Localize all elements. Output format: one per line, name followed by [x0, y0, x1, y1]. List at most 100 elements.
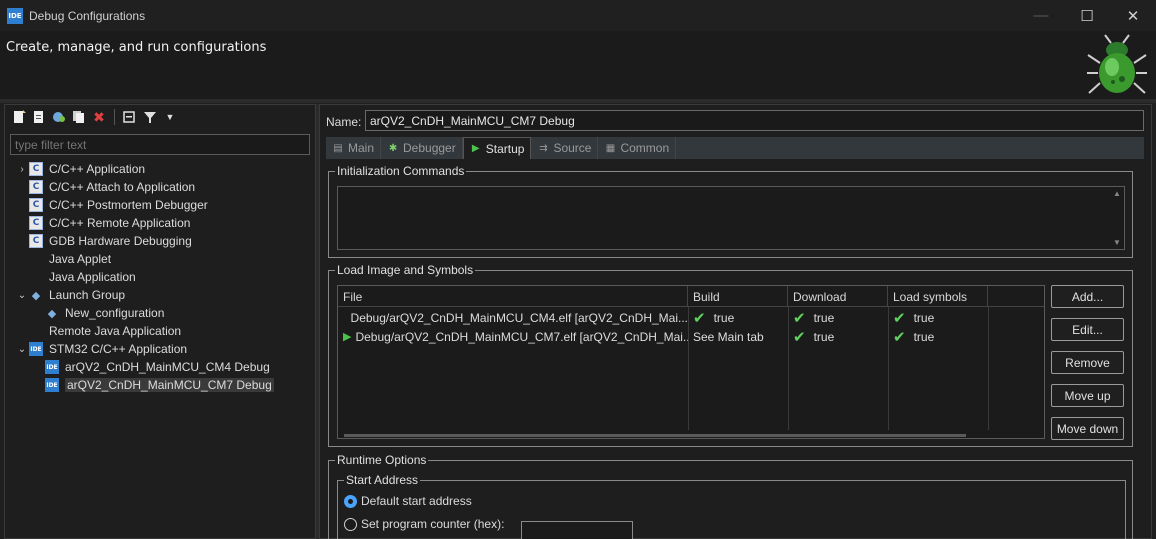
checkmark-icon: ✔ [793, 327, 806, 346]
stm32-ide-icon: IDE [29, 342, 43, 356]
tree-item[interactable]: C C/C++ Remote Application [5, 214, 315, 232]
column-header-download[interactable]: Download [788, 286, 888, 307]
tree-item-label: C/C++ Attach to Application [49, 180, 196, 194]
launch-group-icon: ◆ [47, 307, 57, 320]
init-commands-group: Initialization Commands ▲ ▼ [328, 164, 1133, 258]
banner-text: Create, manage, and run configurations [6, 40, 267, 55]
load-image-table[interactable]: File Build Download Load symbols Debug/a… [337, 285, 1045, 439]
expand-chevron-icon[interactable]: › [15, 164, 29, 175]
minimize-icon[interactable]: — [1018, 0, 1064, 31]
tree-item[interactable]: Java Applet [5, 250, 315, 268]
column-divider [688, 307, 689, 430]
tree-item-selected[interactable]: IDE arQV2_CnDH_MainMCU_CM7 Debug [5, 376, 315, 394]
file-cell: Debug/arQV2_CnDH_MainMCU_CM4.elf [arQV2_… [338, 308, 688, 327]
launch-group-icon: ◆ [31, 289, 41, 302]
tab-common[interactable]: ▦ Common [598, 137, 677, 159]
filter-icon[interactable] [142, 109, 158, 125]
dialog-banner: Create, manage, and run configurations [0, 31, 1156, 99]
tab-label: Main [348, 141, 375, 155]
duplicate-config-icon[interactable] [71, 109, 87, 125]
column-divider [788, 307, 789, 430]
tab-source[interactable]: ⇉ Source [531, 137, 599, 159]
c-app-icon: C [29, 216, 43, 230]
filter-dropdown-icon[interactable]: ▼ [162, 109, 178, 125]
tree-item[interactable]: C GDB Hardware Debugging [5, 232, 315, 250]
tab-debugger[interactable]: ✱ Debugger [381, 137, 463, 159]
tab-label: Debugger [403, 141, 456, 155]
column-divider [888, 307, 889, 430]
tree-item[interactable]: ⌄ IDE STM32 C/C++ Application [5, 340, 315, 358]
build-value: true [713, 310, 735, 325]
symbols-cell: ✔ true [888, 308, 988, 327]
radio-label: Default start address [361, 494, 472, 508]
blank-icon [29, 252, 43, 266]
tree-item[interactable]: ◆ New_configuration [5, 304, 315, 322]
table-row[interactable]: ▶ Debug/arQV2_CnDH_MainMCU_CM7.elf [arQV… [338, 327, 1044, 346]
download-value: true [813, 310, 835, 325]
init-commands-textarea[interactable]: ▲ ▼ [337, 186, 1125, 250]
tree-item[interactable]: › C C/C++ Application [5, 160, 315, 178]
maximize-icon[interactable]: ☐ [1064, 0, 1110, 31]
source-tab-icon: ⇉ [539, 142, 548, 154]
banner-separator [0, 99, 1156, 103]
symbols-value: true [913, 310, 935, 325]
symbols-cell: ✔ true [888, 327, 988, 346]
download-cell: ✔ true [788, 308, 888, 327]
expand-chevron-icon[interactable]: ⌄ [15, 290, 29, 301]
new-prototype-icon[interactable] [31, 109, 47, 125]
filter-input[interactable] [10, 134, 310, 155]
tree-item[interactable]: C C/C++ Postmortem Debugger [5, 196, 315, 214]
tree-item[interactable]: C C/C++ Attach to Application [5, 178, 315, 196]
c-app-icon: C [29, 234, 43, 248]
table-row[interactable]: Debug/arQV2_CnDH_MainMCU_CM4.elf [arQV2_… [338, 308, 1044, 327]
move-up-button[interactable]: Move up [1051, 384, 1124, 407]
name-label: Name: [326, 115, 362, 129]
build-value: See Main tab [693, 329, 764, 344]
download-cell: ✔ true [788, 327, 888, 346]
remove-button[interactable]: Remove [1051, 351, 1124, 374]
move-down-button[interactable]: Move down [1051, 417, 1124, 440]
vertical-scrollbar[interactable]: ▲ ▼ [1112, 189, 1122, 247]
tree-item[interactable]: ⌄ ◆ Launch Group [5, 286, 315, 304]
bug-icon [1087, 34, 1147, 94]
delete-config-icon[interactable]: ✖ [91, 109, 107, 125]
tab-startup[interactable]: ▶ Startup [462, 137, 532, 159]
tree-item[interactable]: IDE arQV2_CnDH_MainMCU_CM4 Debug [5, 358, 315, 376]
toolbar-separator [114, 109, 115, 125]
tree-item[interactable]: Java Application [5, 268, 315, 286]
expand-chevron-icon[interactable]: ⌄ [15, 344, 29, 355]
stm32-ide-icon: IDE [45, 378, 59, 392]
radio-unselected[interactable] [344, 517, 357, 531]
new-config-icon[interactable] [11, 109, 27, 125]
edit-button[interactable]: Edit... [1051, 318, 1124, 341]
checkmark-icon: ✔ [793, 308, 806, 327]
checkmark-icon: ✔ [693, 308, 706, 327]
play-icon: ▶ [343, 331, 352, 343]
radio-selected[interactable] [344, 494, 357, 508]
column-header-file[interactable]: File [338, 286, 688, 307]
stm32-ide-icon: IDE [45, 360, 59, 374]
horizontal-scrollbar[interactable] [344, 434, 966, 437]
blank-icon [29, 324, 43, 338]
set-program-counter-option[interactable]: Set program counter (hex): [344, 517, 504, 531]
add-button[interactable]: Add... [1051, 285, 1124, 308]
config-name-input[interactable] [365, 110, 1144, 131]
export-config-icon[interactable] [51, 109, 67, 125]
group-title: Load Image and Symbols [335, 263, 476, 277]
close-icon[interactable]: ✕ [1110, 0, 1156, 31]
program-counter-input[interactable] [521, 521, 633, 539]
tree-item[interactable]: Remote Java Application [5, 322, 315, 340]
scroll-up-icon[interactable]: ▲ [1112, 189, 1122, 198]
tab-main[interactable]: ▤ Main [326, 137, 382, 159]
column-header-load-symbols[interactable]: Load symbols [888, 286, 988, 307]
window-title: Debug Configurations [29, 8, 146, 23]
c-app-icon: C [29, 198, 43, 212]
ide-app-icon: IDE [7, 7, 23, 24]
tree-item-label: C/C++ Postmortem Debugger [49, 198, 208, 212]
collapse-all-icon[interactable] [122, 109, 138, 125]
column-header-build[interactable]: Build [688, 286, 788, 307]
default-start-address-option[interactable]: Default start address [344, 494, 472, 508]
tab-label: Source [553, 141, 592, 155]
scroll-down-icon[interactable]: ▼ [1112, 238, 1122, 247]
runtime-options-group: Runtime Options Start Address Default st… [328, 453, 1133, 539]
